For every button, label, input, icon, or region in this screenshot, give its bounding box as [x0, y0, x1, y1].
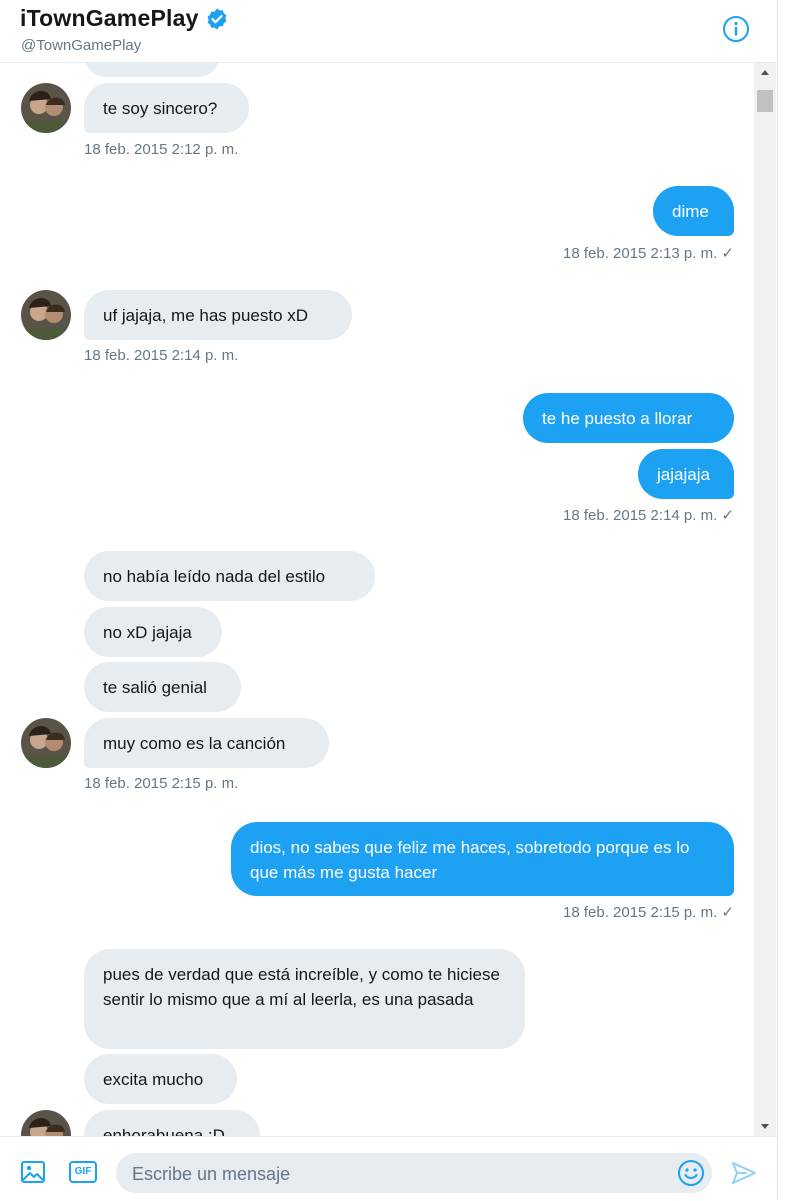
message-input[interactable]: [130, 1153, 674, 1195]
message-bubble-incoming[interactable]: no xD jajaja: [84, 607, 222, 657]
message-text: muy como es la canción: [103, 734, 286, 753]
message-timestamp: 18 feb. 2015 2:14 p. m. ✓: [562, 507, 734, 524]
scrollbar-thumb[interactable]: [757, 90, 773, 112]
message-text: dios, no sabes que feliz me haces, sobre…: [250, 838, 690, 882]
conversation-header: iTownGamePlay @TownGamePlay: [0, 0, 777, 63]
avatar[interactable]: [21, 718, 71, 768]
message-text: uf jajaja, me has puesto xD: [103, 306, 309, 325]
message-text: dime: [672, 202, 709, 221]
avatar[interactable]: [21, 290, 71, 340]
info-icon[interactable]: [722, 15, 750, 43]
message-bubble-incoming[interactable]: te salió genial: [84, 662, 241, 712]
message-text: te he puesto a llorar: [542, 409, 693, 428]
scroll-down-arrow-icon[interactable]: [754, 1116, 776, 1136]
message-text: no xD jajaja: [103, 623, 192, 642]
message-text: te salió genial: [103, 678, 207, 697]
image-icon[interactable]: [20, 1159, 46, 1185]
conversation-title[interactable]: iTownGamePlay: [20, 5, 199, 32]
emoji-icon[interactable]: [677, 1159, 705, 1187]
conversation-handle[interactable]: @TownGamePlay: [21, 37, 141, 54]
message-text: jajajaja: [657, 465, 710, 484]
dm-window: iTownGamePlay @TownGamePlay te soy since…: [0, 0, 778, 1201]
message-timestamp: 18 feb. 2015 2:15 p. m. ✓: [562, 904, 734, 921]
message-input-container[interactable]: [116, 1153, 712, 1195]
message-bubble-outgoing[interactable]: dios, no sabes que feliz me haces, sobre…: [231, 822, 734, 896]
message-timestamp: 18 feb. 2015 2:13 p. m. ✓: [562, 245, 734, 262]
message-bubble-incoming[interactable]: uf jajaja, me has puesto xD: [84, 290, 352, 340]
message-text: enhorabuena :D: [103, 1126, 225, 1136]
message-bubble-incoming[interactable]: te soy sincero?: [84, 83, 249, 133]
avatar[interactable]: [21, 83, 71, 133]
message-text: pues de verdad que está increíble, y com…: [103, 965, 500, 1009]
message-timestamp: 18 feb. 2015 2:14 p. m.: [84, 347, 239, 364]
verified-badge-icon: [205, 7, 229, 31]
avatar[interactable]: [21, 1110, 71, 1136]
message-bubble-incoming[interactable]: muy como es la canción: [84, 718, 329, 768]
message-timestamp: 18 feb. 2015 2:15 p. m.: [84, 775, 239, 792]
scrollbar[interactable]: [754, 63, 776, 1136]
title-row: iTownGamePlay: [20, 5, 229, 32]
message-bubble-incoming[interactable]: enhorabuena :D: [84, 1110, 260, 1136]
message-list[interactable]: te soy sincero? 18 feb. 2015 2:12 p. m. …: [0, 63, 754, 1136]
message-bubble-outgoing[interactable]: dime: [653, 186, 734, 236]
message-bubble-incoming[interactable]: [84, 63, 220, 77]
send-icon[interactable]: [731, 1161, 757, 1185]
message-composer: GIF: [0, 1136, 777, 1201]
message-bubble-incoming[interactable]: excita mucho: [84, 1054, 237, 1104]
message-bubble-outgoing[interactable]: jajajaja: [638, 449, 734, 499]
message-text: no había leído nada del estilo: [103, 567, 326, 586]
message-text: te soy sincero?: [103, 99, 218, 118]
gif-button[interactable]: GIF: [69, 1161, 97, 1183]
message-bubble-outgoing[interactable]: te he puesto a llorar: [523, 393, 734, 443]
message-timestamp: 18 feb. 2015 2:12 p. m.: [84, 141, 239, 158]
message-bubble-incoming[interactable]: no había leído nada del estilo: [84, 551, 375, 601]
scroll-up-arrow-icon[interactable]: [754, 63, 776, 83]
message-bubble-incoming[interactable]: pues de verdad que está increíble, y com…: [84, 949, 525, 1049]
message-text: excita mucho: [103, 1070, 204, 1089]
